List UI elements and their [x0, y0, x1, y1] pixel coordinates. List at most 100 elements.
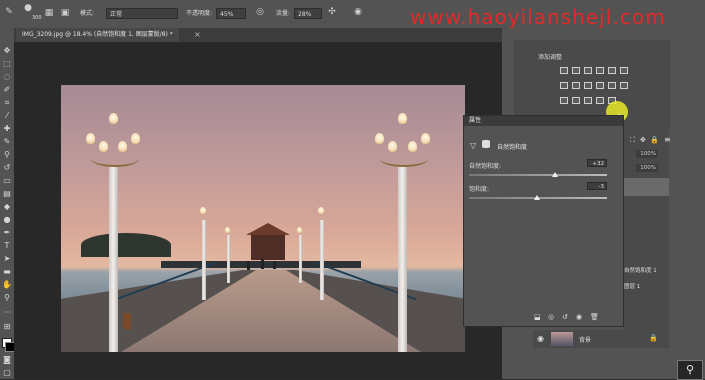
marquee-tool-icon[interactable]: ⬚ — [1, 59, 13, 69]
zoom-tool-icon[interactable]: ⚲ — [1, 293, 13, 303]
panel-menu-icon[interactable]: ≡ — [664, 135, 671, 144]
crop-tool-icon[interactable]: ⌗ — [1, 98, 13, 108]
watermark-text: www.haoyilanshejI.com — [410, 5, 666, 29]
shape-tool-icon[interactable]: ▬ — [1, 267, 13, 277]
invert-icon[interactable] — [620, 82, 628, 89]
exposure-icon[interactable] — [596, 67, 604, 74]
document-tab-bar: IMG_3209.jpg @ 18.4% (自然饱和度 1, 图层蒙版/8) *… — [14, 28, 502, 43]
left-lamp-left — [86, 133, 95, 144]
lock-all-icon[interactable]: 🔒 — [650, 136, 659, 144]
threshold-icon[interactable] — [572, 97, 580, 104]
adjustment-name: 自然饱和度 — [497, 144, 528, 151]
channel-mixer-icon[interactable] — [596, 82, 604, 89]
pen-tool-icon[interactable]: ✒ — [1, 228, 13, 238]
more-tools-icon[interactable]: ··· — [1, 308, 13, 318]
pressure-opacity-icon[interactable]: ◎ — [254, 6, 266, 18]
brush-tool-icon[interactable]: ✎ — [1, 137, 13, 147]
eyedropper-tool-icon[interactable]: ⁄ — [1, 111, 13, 121]
quick-select-tool-icon[interactable]: ✐ — [1, 85, 13, 95]
mid-right-lamp — [318, 207, 324, 214]
blur-tool-icon[interactable]: ◆ — [1, 202, 13, 212]
layers-panel: ⛶ ✥ 🔒 100% 100% 自然饱和度 1 图层 1 — [624, 130, 669, 340]
pressure-size-icon[interactable]: ◉ — [352, 6, 364, 18]
vibrance-value[interactable]: +32 — [587, 159, 607, 167]
layer-fill-field[interactable]: 100% — [636, 164, 658, 172]
path-select-tool-icon[interactable]: ➤ — [1, 254, 13, 264]
visibility-eye-icon[interactable]: ◉ — [537, 334, 544, 343]
left-lamp-top — [109, 113, 118, 124]
layer-mask-icon[interactable] — [482, 140, 490, 148]
lasso-tool-icon[interactable]: ◌ — [1, 72, 13, 82]
color-lookup-icon[interactable] — [608, 82, 616, 89]
healing-tool-icon[interactable]: ✚ — [1, 124, 13, 134]
document-tab[interactable]: IMG_3209.jpg @ 18.4% (自然饱和度 1, 图层蒙版/8) * — [16, 28, 179, 42]
hue-saturation-icon[interactable] — [620, 67, 628, 74]
black-white-icon[interactable] — [572, 82, 580, 89]
move-tool-icon[interactable]: ✥ — [1, 46, 13, 56]
vibrance-adjustment-icon: ▽ — [470, 141, 477, 150]
delete-adjustment-icon[interactable]: 🗑 — [590, 313, 599, 321]
person-silhouette — [247, 261, 250, 270]
lock-position-icon[interactable]: ✥ — [640, 136, 646, 144]
far-right-lamp — [297, 227, 302, 233]
background-layer-row[interactable]: ◉ 背景 🔒 — [533, 330, 669, 348]
clone-stamp-tool-icon[interactable]: ⚲ — [1, 150, 13, 160]
selective-color-icon[interactable] — [596, 97, 604, 104]
far-right-lamp-pole — [299, 235, 302, 283]
mid-left-lamp — [200, 207, 206, 214]
opacity-field[interactable]: 45% — [216, 8, 246, 19]
flow-field[interactable]: 28% — [294, 8, 322, 19]
right-lamp-right — [421, 133, 430, 144]
search-icon[interactable]: ⚲ — [677, 360, 703, 380]
saturation-slider-thumb[interactable] — [533, 195, 540, 200]
layer-opacity-field[interactable]: 100% — [636, 150, 658, 158]
dodge-tool-icon[interactable]: ● — [1, 215, 13, 225]
layer-name: 图层 1 — [624, 284, 641, 290]
history-brush-tool-icon[interactable]: ↺ — [1, 163, 13, 173]
gradient-tool-icon[interactable]: ▤ — [1, 189, 13, 199]
levels-icon[interactable] — [572, 67, 580, 74]
color-balance-icon[interactable] — [560, 82, 568, 89]
toggle-brush-settings-icon[interactable]: ▣ — [60, 7, 70, 19]
mode-select[interactable]: 正常 — [106, 8, 178, 19]
toggle-visibility-icon[interactable]: ◉ — [576, 313, 582, 321]
vibrance-slider-track[interactable] — [469, 174, 607, 176]
brightness-contrast-icon[interactable] — [560, 67, 568, 74]
photo-pier-at-dusk[interactable] — [61, 85, 465, 352]
vibrance-label: 自然饱和度: — [469, 163, 502, 170]
default-colors-icon[interactable]: ⊞ — [1, 322, 13, 332]
left-lamp-pole — [109, 165, 118, 352]
selected-layer-row[interactable] — [624, 178, 669, 196]
hand-tool-icon[interactable]: ✋ — [1, 280, 13, 290]
far-left-lamp — [225, 227, 230, 233]
background-layer-name: 背景 — [579, 337, 592, 344]
eraser-tool-icon[interactable]: ▭ — [1, 176, 13, 186]
vibrance-icon[interactable] — [608, 67, 616, 74]
close-tab-icon[interactable]: × — [194, 30, 201, 39]
airbrush-icon[interactable]: ✣ — [326, 6, 338, 18]
curves-icon[interactable] — [584, 67, 592, 74]
brush-panel-icon[interactable]: ▦ — [44, 7, 54, 19]
vibrance-slider-thumb[interactable] — [551, 172, 558, 177]
layer-lock-icon: 🔒 — [649, 334, 658, 342]
saturation-value[interactable]: -3 — [587, 182, 607, 190]
clip-to-layer-icon[interactable]: ⬓ — [534, 313, 541, 321]
gradient-map-icon[interactable] — [584, 97, 592, 104]
screen-mode-icon[interactable]: ▢ — [1, 368, 13, 378]
person-sitting — [123, 313, 131, 329]
lock-pixels-icon[interactable]: ⛶ — [630, 136, 635, 145]
reset-adjustment-icon[interactable]: ↺ — [562, 313, 568, 321]
photo-filter-icon[interactable] — [584, 82, 592, 89]
tools-panel: ✥ ⬚ ◌ ✐ ⌗ ⁄ ✚ ✎ ⚲ ↺ ▭ ▤ ◆ ● ✒ T ➤ ▬ ✋ ⚲ … — [0, 28, 15, 379]
flow-label: 流量: — [276, 10, 291, 17]
properties-title: 属性 — [469, 117, 482, 124]
mid-left-lamp-pole — [202, 220, 206, 300]
mid-right-lamp-pole — [320, 220, 324, 300]
view-previous-state-icon[interactable]: ◎ — [548, 313, 554, 321]
pavilion-body — [251, 235, 285, 260]
quick-mask-icon[interactable]: ◙ — [1, 355, 13, 365]
type-tool-icon[interactable]: T — [1, 241, 13, 251]
brush-tool-icon[interactable]: ✎ — [3, 6, 15, 18]
posterize-icon[interactable] — [560, 97, 568, 104]
properties-header[interactable]: 属性 — [464, 116, 623, 126]
